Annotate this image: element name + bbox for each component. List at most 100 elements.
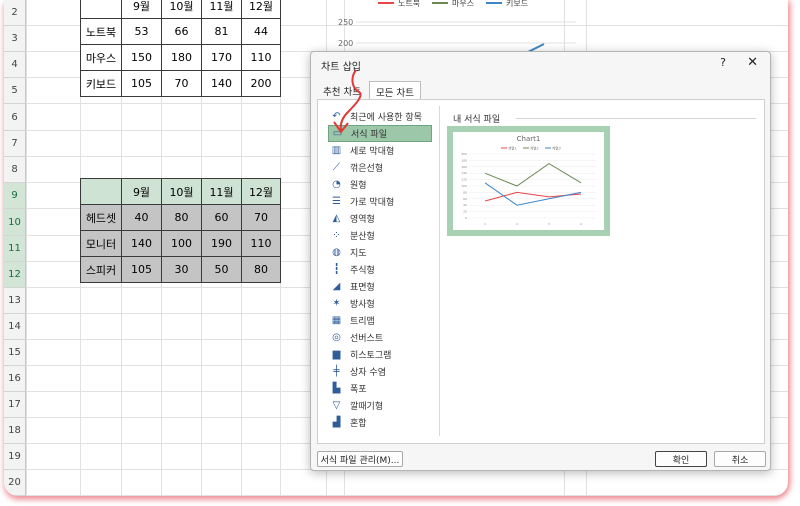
chart-type-line-chart[interactable]: ⟋ 꺾은선형	[328, 159, 432, 176]
combo-chart-icon: ▟	[332, 417, 341, 428]
chart-type-column-chart[interactable]: ▥ 세로 막대형	[328, 142, 432, 159]
grid-row-line	[26, 495, 788, 496]
chart-type-scatter-chart[interactable]: ⁘ 분산형	[328, 227, 432, 244]
chart-type-area-chart[interactable]: ◭ 영역형	[328, 210, 432, 227]
row-header-7[interactable]: 7	[4, 131, 26, 157]
value-cell[interactable]: 80	[241, 256, 281, 283]
value-cell[interactable]: 180	[161, 44, 202, 71]
header-cell[interactable]	[80, 178, 122, 205]
help-button[interactable]: ?	[720, 56, 726, 69]
row-label-cell[interactable]: 모니터	[80, 230, 122, 257]
row-header-8[interactable]: 8	[4, 157, 26, 183]
row-header-18[interactable]: 18	[4, 418, 26, 444]
chart-type-pie-chart[interactable]: ◔ 원형	[328, 176, 432, 193]
header-cell[interactable]: 10월	[161, 178, 202, 205]
chart-type-treemap-chart[interactable]: ▦ 트리맵	[328, 312, 432, 329]
value-cell[interactable]: 110	[241, 44, 281, 71]
bg-chart-tick-250: 250	[338, 18, 353, 27]
tab-all-charts[interactable]: 모든 차트	[369, 81, 421, 99]
chart-type-label: 영역형	[350, 215, 375, 225]
row-header-19[interactable]: 19	[4, 444, 26, 470]
row-header-11[interactable]: 11	[4, 236, 26, 262]
row-header-3[interactable]: 3	[4, 26, 26, 52]
row-header-14[interactable]: 14	[4, 314, 26, 340]
row-header-20[interactable]: 20	[4, 470, 26, 496]
header-cell[interactable]: 12월	[241, 0, 281, 19]
value-cell[interactable]: 70	[161, 70, 202, 97]
preview-y-tick: 60	[463, 197, 467, 201]
row-header-9[interactable]: 9	[4, 183, 26, 209]
chart-type-histogram-chart[interactable]: ▆ 히스토그램	[328, 346, 432, 363]
ok-button[interactable]: 확인	[655, 451, 707, 467]
value-cell[interactable]: 150	[121, 44, 162, 71]
row-label-cell[interactable]: 마우스	[80, 44, 122, 71]
chart-type-surface-chart[interactable]: ◢ 표면형	[328, 278, 432, 295]
row-header-10[interactable]: 10	[4, 209, 26, 236]
manage-templates-button[interactable]: 서식 파일 관리(M)...	[317, 451, 403, 467]
stock-chart-icon: ┇	[333, 264, 340, 275]
area-chart-icon: ◭	[332, 213, 341, 224]
header-cell[interactable]: 12월	[241, 178, 281, 205]
chart-type-sunburst-chart[interactable]: ◎ 선버스트	[328, 329, 432, 346]
value-cell[interactable]: 170	[201, 44, 242, 71]
row-label-cell[interactable]: 노트북	[80, 18, 122, 45]
value-cell[interactable]: 81	[201, 18, 242, 45]
row-header-4[interactable]: 4	[4, 52, 26, 78]
row-label-cell[interactable]: 키보드	[80, 70, 122, 97]
value-cell[interactable]: 66	[161, 18, 202, 45]
row-header-2[interactable]: 2	[4, 0, 26, 26]
value-cell[interactable]: 40	[121, 204, 162, 231]
row-header-15[interactable]: 15	[4, 340, 26, 366]
value-cell[interactable]: 140	[201, 70, 242, 97]
divider	[439, 106, 440, 436]
value-cell[interactable]: 110	[241, 230, 281, 257]
preview-legend-label: 계열1	[508, 146, 517, 151]
chart-type-label: 세로 막대형	[350, 147, 395, 157]
value-cell[interactable]: 200	[241, 70, 281, 97]
value-cell[interactable]: 53	[121, 18, 162, 45]
chart-type-label: 주식형	[350, 266, 375, 276]
chart-type-combo-chart[interactable]: ▟ 혼합	[328, 414, 432, 431]
row-header-6[interactable]: 6	[4, 104, 26, 131]
bg-legend-2: 마우스	[452, 0, 474, 8]
row-header-17[interactable]: 17	[4, 392, 26, 418]
value-cell[interactable]: 140	[121, 230, 162, 257]
preview-chart-area: Chart1 계열1 계열2 계열3 200 180 160 140 120 100 80 60 40 2…	[453, 132, 604, 230]
template-preview[interactable]: Chart1 계열1 계열2 계열3 200 180 160 140 120 100 80 60 40 2…	[447, 126, 610, 236]
sales-table-2: 9월 10월 11월 12월 헤드셋 40 80 60 70 모니터 140 100 190 110 스피커…	[80, 178, 281, 283]
row-header-13[interactable]: 13	[4, 288, 26, 314]
header-cell[interactable]: 9월	[121, 178, 162, 205]
value-cell[interactable]: 50	[201, 256, 242, 283]
row-header-5[interactable]: 5	[4, 78, 26, 104]
value-cell[interactable]: 105	[121, 70, 162, 97]
value-cell[interactable]: 30	[161, 256, 202, 283]
chart-type-map-chart[interactable]: ◍ 지도	[328, 244, 432, 261]
chart-type-stock-chart[interactable]: ┇ 주식형	[328, 261, 432, 278]
chart-type-bar-chart[interactable]: ☰ 가로 막대형	[328, 193, 432, 210]
value-cell[interactable]: 100	[161, 230, 202, 257]
chart-type-box-whisker-chart[interactable]: ╪ 상자 수염	[328, 363, 432, 380]
chart-type-radar-chart[interactable]: ✶ 방사형	[328, 295, 432, 312]
chart-type-funnel-chart[interactable]: ▽ 깔때기형	[328, 397, 432, 414]
value-cell[interactable]: 44	[241, 18, 281, 45]
header-cell[interactable]: 9월	[121, 0, 162, 19]
value-cell[interactable]: 60	[201, 204, 242, 231]
header-cell[interactable]	[80, 0, 122, 19]
map-chart-icon: ◍	[332, 247, 341, 258]
value-cell[interactable]: 190	[201, 230, 242, 257]
header-cell[interactable]: 10월	[161, 0, 202, 19]
preview-x-tick: 2	[516, 222, 518, 226]
cancel-button[interactable]: 취소	[714, 451, 766, 467]
header-cell[interactable]: 11월	[201, 178, 242, 205]
value-cell[interactable]: 80	[161, 204, 202, 231]
line-chart-icon: ⟋	[333, 162, 340, 173]
value-cell[interactable]: 105	[121, 256, 162, 283]
row-header-16[interactable]: 16	[4, 366, 26, 392]
header-cell[interactable]: 11월	[201, 0, 242, 19]
row-header-12[interactable]: 12	[4, 262, 26, 288]
row-label-cell[interactable]: 스피커	[80, 256, 122, 283]
close-button[interactable]: ✕	[747, 55, 758, 70]
row-label-cell[interactable]: 헤드셋	[80, 204, 122, 231]
value-cell[interactable]: 70	[241, 204, 281, 231]
chart-type-waterfall-chart[interactable]: ▙ 폭포	[328, 380, 432, 397]
